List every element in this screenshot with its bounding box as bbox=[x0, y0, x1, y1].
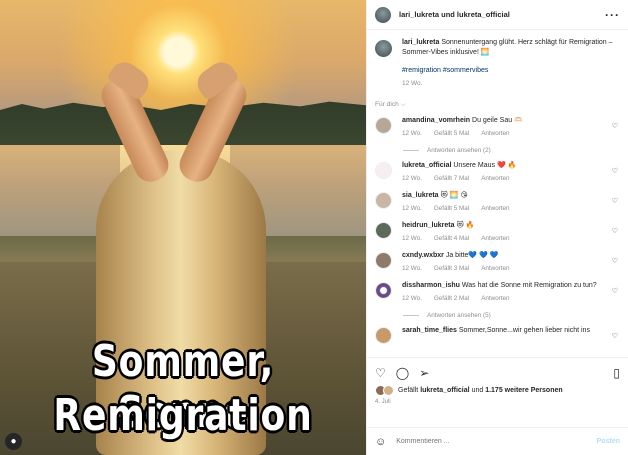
comment-avatar[interactable] bbox=[375, 117, 392, 134]
comment-sort-dropdown[interactable]: Für dich ⌵ bbox=[375, 101, 620, 109]
comment-icon[interactable]: ◯ bbox=[396, 366, 409, 380]
tree-line bbox=[0, 101, 366, 152]
comment: sia_lukreta 😻 🌅 😘 12 Wo. Gefällt 5 Mal Ant… bbox=[375, 191, 620, 214]
comment-time: 12 Wo. bbox=[402, 130, 422, 137]
comment: amandina_vomrhein Du geile Sau 🫶🏻 12 Wo.… bbox=[375, 116, 620, 139]
comment-text: 😻 🌅 😘 bbox=[440, 192, 468, 199]
comment-time: 12 Wo. bbox=[402, 205, 422, 212]
meme-text-line2: Remigration bbox=[53, 390, 313, 441]
comment-avatar[interactable] bbox=[375, 252, 392, 269]
comment: heidrun_lukreta 😻 🔥 12 Wo. Gefällt 4 Mal A… bbox=[375, 221, 620, 244]
comment-user[interactable]: sarah_time_flies bbox=[402, 327, 457, 334]
likes-summary[interactable]: Gefällt lukreta_official und 1.175 weite… bbox=[375, 385, 620, 396]
comment-user[interactable]: dissharmon_ishu bbox=[402, 282, 460, 289]
comment-composer: ☺ Posten bbox=[367, 427, 628, 455]
post-header: lari_lukreta und lukreta_official ··· bbox=[367, 0, 628, 30]
comment-text: Du geile Sau 🫶🏻 bbox=[472, 117, 523, 124]
reply-button[interactable]: Antworten bbox=[481, 130, 509, 137]
more-horizontal-icon[interactable]: ··· bbox=[605, 8, 620, 22]
comment-likes[interactable]: Gefällt 5 Mal bbox=[434, 205, 469, 212]
heart-icon[interactable]: ♡ bbox=[612, 197, 618, 205]
liker-avatar bbox=[383, 385, 394, 396]
author-avatar[interactable] bbox=[375, 6, 391, 23]
comment-time: 12 Wo. bbox=[402, 265, 422, 272]
comment-time: 12 Wo. bbox=[402, 235, 422, 242]
comment-likes[interactable]: Gefällt 3 Mal bbox=[434, 265, 469, 272]
view-replies-button[interactable]: Antworten ansehen (2) bbox=[403, 147, 620, 154]
comment-avatar[interactable] bbox=[375, 162, 392, 179]
comment-text: Was hat die Sonne mit Remigration zu tun… bbox=[461, 282, 597, 289]
likes-mid: und bbox=[471, 387, 484, 394]
caption-avatar[interactable] bbox=[375, 40, 392, 57]
heart-icon[interactable]: ♡ bbox=[612, 287, 618, 295]
comment-avatar[interactable] bbox=[375, 282, 392, 299]
comment-text: Unsere Maus ❤️ 🔥 bbox=[453, 162, 517, 169]
comment-avatar[interactable] bbox=[375, 327, 392, 344]
heart-icon[interactable]: ♡ bbox=[612, 227, 618, 235]
likes-count[interactable]: 1.175 weitere Personen bbox=[485, 387, 562, 394]
reply-button[interactable]: Antworten bbox=[481, 205, 509, 212]
comment-user[interactable]: amandina_vomrhein bbox=[402, 117, 470, 124]
likes-prefix: Gefällt bbox=[398, 387, 419, 394]
comment-avatar[interactable] bbox=[375, 192, 392, 209]
comment-user[interactable]: cxndy.wxbxr bbox=[402, 252, 444, 259]
bookmark-icon[interactable]: ▯ bbox=[613, 366, 620, 380]
heart-icon[interactable]: ♡ bbox=[375, 366, 386, 380]
comment-avatar[interactable] bbox=[375, 222, 392, 239]
comment-time: 12 Wo. bbox=[402, 295, 422, 302]
caption: lari_lukreta Sonnenuntergang glüht. Herz… bbox=[375, 38, 620, 89]
comment-time: 12 Wo. bbox=[402, 175, 422, 182]
heart-icon[interactable]: ♡ bbox=[612, 332, 618, 340]
caption-hashtags[interactable]: #remigration #sommervibes bbox=[402, 66, 620, 76]
comment: lukreta_official Unsere Maus ❤️ 🔥 12 Wo.… bbox=[375, 161, 620, 184]
emoji-icon[interactable]: ☺ bbox=[375, 436, 386, 448]
heart-icon[interactable]: ♡ bbox=[612, 257, 618, 265]
reply-button[interactable]: Antworten bbox=[481, 175, 509, 182]
reply-button[interactable]: Antworten bbox=[481, 295, 509, 302]
post-button[interactable]: Posten bbox=[597, 438, 620, 445]
reply-button[interactable]: Antworten bbox=[481, 265, 509, 272]
post-date: 4. Juli bbox=[375, 399, 391, 405]
comment-likes[interactable]: Gefällt 4 Mal bbox=[434, 235, 469, 242]
caption-time: 12 Wo. bbox=[402, 80, 423, 87]
comments-list[interactable]: lari_lukreta Sonnenuntergang glüht. Herz… bbox=[367, 30, 628, 357]
comment-text: Sommer,Sonne...wir gehen lieber nicht in… bbox=[458, 327, 590, 334]
share-icon[interactable]: ➢ bbox=[419, 366, 429, 380]
comment-text: Ja bitte💙 💙 💙 bbox=[445, 252, 499, 259]
comment-likes[interactable]: Gefällt 5 Mal bbox=[434, 130, 469, 137]
post-sidebar: lari_lukreta und lukreta_official ··· la… bbox=[366, 0, 628, 455]
view-replies-button[interactable]: Antworten ansehen (5) bbox=[403, 312, 620, 319]
comment-user[interactable]: heidrun_lukreta bbox=[402, 222, 455, 229]
comment: dissharmon_ishu Was hat die Sonne mit Re… bbox=[375, 281, 620, 304]
comment: cxndy.wxbxr Ja bitte💙 💙 💙 12 Wo. Gefällt … bbox=[375, 251, 620, 274]
heart-icon[interactable]: ♡ bbox=[612, 122, 618, 130]
view-replies-label: Antworten ansehen (2) bbox=[427, 147, 491, 154]
post-image[interactable]: Sommer, Sonne Remigration ● bbox=[0, 0, 366, 455]
comment-user[interactable]: sia_lukreta bbox=[402, 192, 439, 199]
user-tag-icon[interactable]: ● bbox=[5, 433, 22, 450]
comment-user[interactable]: lukreta_official bbox=[402, 162, 451, 169]
comment-likes[interactable]: Gefällt 2 Mal bbox=[434, 295, 469, 302]
action-bar: ♡ ◯ ➢ ▯ Gefällt lukreta_official und 1.1… bbox=[367, 357, 628, 427]
caption-user[interactable]: lari_lukreta bbox=[402, 39, 439, 46]
likes-user[interactable]: lukreta_official bbox=[420, 387, 469, 394]
heart-icon[interactable]: ♡ bbox=[612, 167, 618, 175]
view-replies-label: Antworten ansehen (5) bbox=[427, 312, 491, 319]
comment-likes[interactable]: Gefällt 7 Mal bbox=[434, 175, 469, 182]
author-names[interactable]: lari_lukreta und lukreta_official bbox=[399, 10, 510, 19]
comment-input[interactable] bbox=[396, 438, 597, 445]
comment-text: 😻 🔥 bbox=[456, 222, 475, 229]
comment: sarah_time_flies Sommer,Sonne...wir gehe… bbox=[375, 326, 620, 344]
reply-button[interactable]: Antworten bbox=[481, 235, 509, 242]
